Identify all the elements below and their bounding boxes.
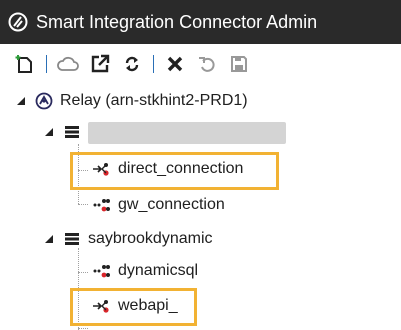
- tree-node-label: saybrookdynamic: [88, 230, 213, 247]
- toolbar: [0, 44, 401, 84]
- save-icon[interactable]: [228, 53, 250, 75]
- tree-node-group-redacted[interactable]: [44, 124, 88, 140]
- tree-node-direct-connection[interactable]: direct_connection: [92, 160, 243, 178]
- tree-node-label: direct_connection: [118, 160, 244, 177]
- expand-triangle-icon[interactable]: [44, 234, 54, 244]
- expand-triangle-icon[interactable]: [44, 127, 54, 137]
- new-document-icon[interactable]: [14, 53, 36, 75]
- open-external-icon[interactable]: [89, 53, 111, 75]
- direct-connection-icon: [92, 161, 112, 177]
- tree-node-label: webapi_: [118, 297, 178, 314]
- tree-node-webapi[interactable]: webapi_: [92, 297, 178, 315]
- tree-connector: [78, 272, 88, 273]
- toolbar-separator: [46, 55, 47, 73]
- cloud-icon[interactable]: [57, 53, 79, 75]
- refresh-icon[interactable]: [121, 53, 143, 75]
- tree-node-label: gw_connection: [118, 196, 225, 213]
- tree-node-label: Relay (arn-stkhint2-PRD1): [60, 92, 248, 109]
- database-group-icon: [62, 231, 82, 247]
- toolbar-separator: [153, 55, 154, 73]
- gateway-connection-icon: [92, 263, 112, 279]
- expand-triangle-icon[interactable]: [16, 96, 26, 106]
- title-bar: Smart Integration Connector Admin: [0, 0, 401, 44]
- app-logo-icon: [8, 12, 28, 32]
- tree-node-relay[interactable]: Relay (arn-stkhint2-PRD1): [16, 92, 248, 110]
- tree-node-gw-connection[interactable]: gw_connection: [92, 196, 225, 214]
- direct-connection-icon: [92, 298, 112, 314]
- redacted-label: [88, 122, 286, 144]
- database-group-icon: [62, 124, 82, 140]
- tree-connector: [78, 328, 88, 329]
- tree-node-dynamicsql[interactable]: dynamicsql: [92, 262, 198, 280]
- relay-icon: [34, 92, 54, 110]
- gateway-connection-icon: [92, 197, 112, 213]
- delete-icon[interactable]: [164, 53, 186, 75]
- tree-node-group-saybrookdynamic[interactable]: saybrookdynamic: [44, 230, 213, 248]
- undo-icon[interactable]: [196, 53, 218, 75]
- window-title: Smart Integration Connector Admin: [36, 11, 318, 32]
- tree-connector: [78, 204, 88, 205]
- tree-node-label: dynamicsql: [118, 262, 199, 279]
